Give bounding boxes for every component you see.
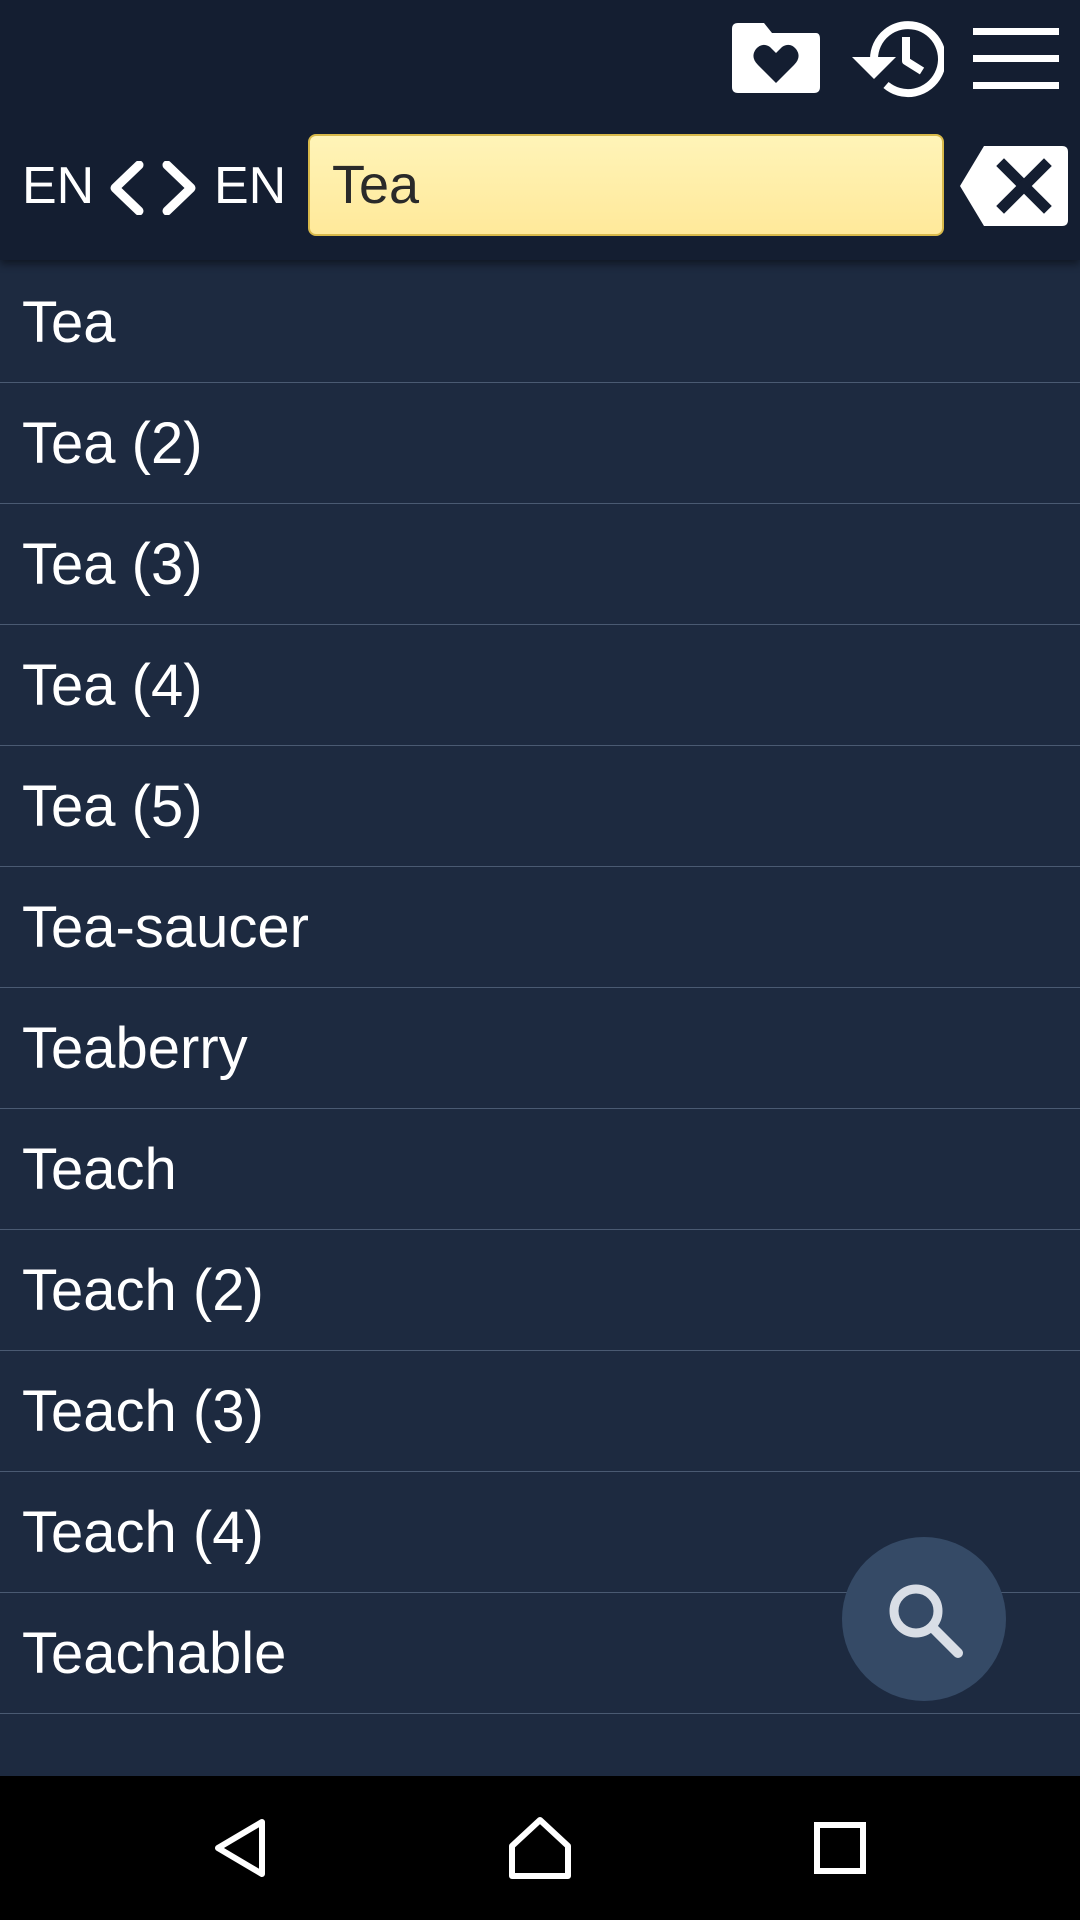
search-input[interactable] <box>308 134 944 236</box>
app-root: EN EN Tea Tea Tea (2) Tea (3) Tea (4) Te… <box>0 0 1080 1920</box>
chevron-left-icon[interactable] <box>104 158 148 218</box>
list-item[interactable]: Tea <box>0 262 1080 383</box>
list-item[interactable]: Tea (5) <box>0 746 1080 867</box>
favorites-icon[interactable] <box>726 14 826 104</box>
system-nav-bar <box>0 1776 1080 1920</box>
source-language[interactable]: EN <box>22 156 94 216</box>
list-item[interactable]: Tea-saucer <box>0 867 1080 988</box>
home-icon[interactable] <box>500 1808 580 1888</box>
search-fab-button[interactable] <box>842 1537 1006 1701</box>
clear-search-icon[interactable] <box>958 144 1070 228</box>
list-item[interactable]: Teach <box>0 1109 1080 1230</box>
search-icon <box>889 1584 963 1658</box>
list-item[interactable]: Teach (2) <box>0 1230 1080 1351</box>
list-item[interactable]: Tea (4) <box>0 625 1080 746</box>
list-item[interactable]: Tea (3) <box>0 504 1080 625</box>
list-item[interactable]: Teaberry <box>0 988 1080 1109</box>
back-icon[interactable] <box>200 1808 280 1888</box>
chevron-right-icon[interactable] <box>158 158 202 218</box>
toolbar-actions <box>706 14 1066 104</box>
list-item[interactable]: Teach (3) <box>0 1351 1080 1472</box>
header: EN EN <box>0 0 1080 260</box>
recents-icon[interactable] <box>800 1808 880 1888</box>
menu-icon[interactable] <box>966 14 1066 104</box>
language-search-row: EN EN <box>0 130 1080 242</box>
history-icon[interactable] <box>846 14 946 104</box>
list-item[interactable]: Tea (2) <box>0 383 1080 504</box>
target-language[interactable]: EN <box>214 156 286 216</box>
